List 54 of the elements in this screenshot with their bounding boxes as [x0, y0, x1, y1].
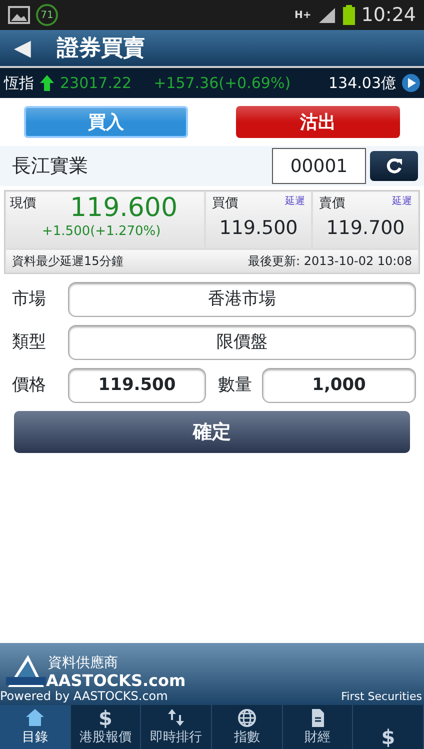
gallery-icon [8, 6, 30, 24]
stock-code-field[interactable]: 00001 [272, 148, 366, 184]
signal-icon [317, 6, 338, 24]
broker-name: First Securities [341, 688, 422, 704]
trade-tab[interactable]: 沽出 [236, 106, 400, 138]
nav-tab[interactable]: 財經 [282, 705, 354, 749]
back-button[interactable]: ◀ [14, 32, 31, 64]
index-value: 23017.22 [60, 72, 132, 94]
play-icon [402, 74, 420, 92]
quantity-field[interactable]: 1,000 [262, 368, 416, 403]
field-label: 類型 [11, 330, 47, 354]
turnover: 134.03億 [328, 72, 396, 94]
stock-name: 長江實業 [12, 154, 88, 179]
refresh-button[interactable] [370, 151, 418, 181]
network-type: H+ [294, 8, 312, 22]
brand-name: AASTOCKS.com [46, 670, 186, 690]
price-field[interactable]: 119.500 [68, 368, 206, 403]
globe-icon [236, 708, 257, 728]
field-label: 數量 [218, 374, 252, 397]
last-updated: 最後更新: 2013-10-02 10:08 [248, 253, 412, 270]
market-field[interactable]: 香港市場 [68, 282, 416, 317]
nav-tab[interactable]: 指數 [212, 705, 283, 749]
notification-badge: 71 [36, 4, 58, 26]
page-title: 證券買賣 [56, 34, 145, 62]
nav-tab[interactable]: 目錄 [0, 705, 71, 749]
bid-price: 119.500 [218, 216, 299, 240]
powered-by: Powered by AASTOCKS.com [0, 688, 168, 705]
field-label: 市場 [11, 288, 47, 311]
delay-note: 資料最少延遲15分鐘 [12, 253, 124, 270]
up-down-arrows-icon [166, 708, 186, 728]
refresh-icon [385, 157, 403, 175]
provider-label: 資料供應商 [48, 654, 118, 673]
order-type-field[interactable]: 限價盤 [68, 325, 416, 360]
last-price-label: 現價 [10, 195, 36, 213]
index-name: 恆指 [4, 72, 34, 94]
nav-tab[interactable]: $ 港股報價 [70, 705, 142, 749]
price-change: +1.500(+1.270%) [42, 223, 162, 241]
dollar-icon: $ [98, 708, 112, 728]
clock: 10:24 [361, 2, 416, 28]
field-label: 價格 [11, 374, 47, 397]
bid-delay-tag: 延遲 [285, 194, 305, 214]
nav-tab[interactable]: 即時排行 [141, 705, 212, 749]
ask-delay-tag: 延遲 [392, 194, 412, 214]
dollar-icon: $ [381, 727, 396, 747]
nav-tab[interactable]: $ [353, 705, 424, 749]
index-change: +157.36(+0.69%) [154, 72, 291, 94]
logo-icon [4, 653, 48, 689]
last-price: 119.600 [70, 194, 179, 222]
ask-price: 119.700 [325, 216, 406, 240]
home-icon [24, 708, 45, 728]
ask-label: 賣價 [319, 195, 345, 213]
battery-icon [343, 5, 356, 25]
bid-label: 買價 [212, 195, 238, 213]
confirm-button[interactable]: 確定 [14, 411, 410, 453]
